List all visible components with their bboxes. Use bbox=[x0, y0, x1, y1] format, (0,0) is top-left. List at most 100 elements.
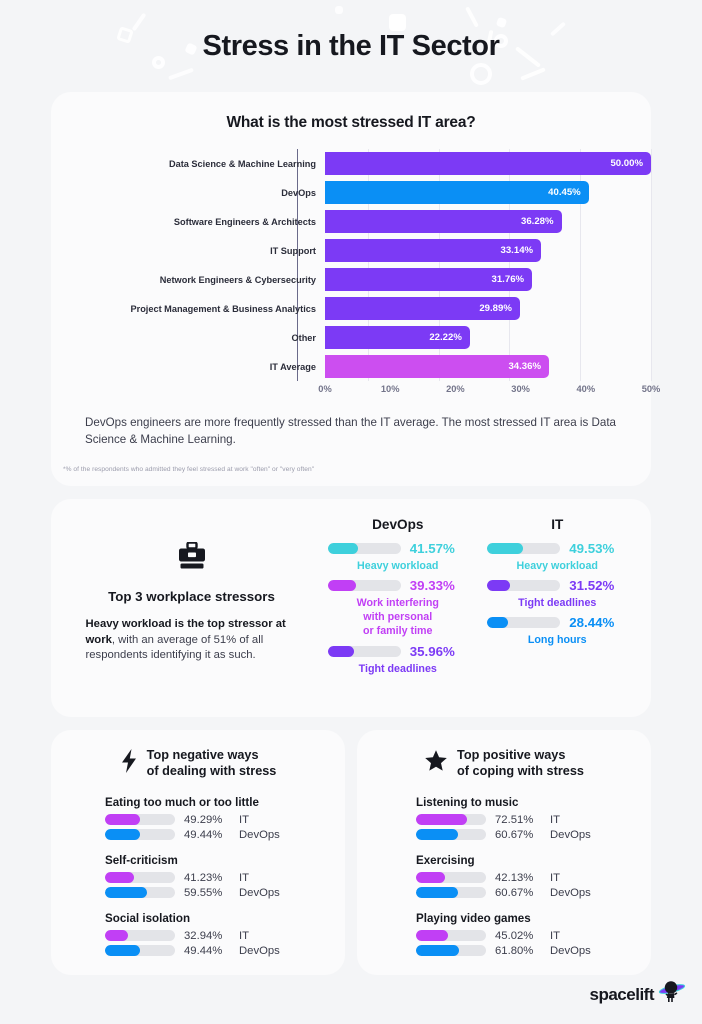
way-title: Social isolation bbox=[105, 911, 191, 925]
way-bar-fill bbox=[416, 945, 460, 957]
chart-bar-label: IT Average bbox=[269, 361, 316, 372]
way-row: 45.02% IT bbox=[416, 930, 651, 942]
chart-x-tick: 0% bbox=[318, 384, 332, 394]
way-percent: 32.94% bbox=[184, 929, 223, 942]
page-title: Stress in the IT Sector bbox=[202, 29, 500, 62]
chart-bar: 29.89% bbox=[325, 297, 520, 320]
chart-bar-row: Project Management & Business Analytics 2… bbox=[79, 294, 651, 323]
way-row: 61.80% DevOps bbox=[416, 945, 651, 957]
chart-footnote: *% of the respondents who admitted they … bbox=[63, 465, 315, 473]
stressors-body-rest: , with an average of 51% of all responde… bbox=[85, 633, 264, 662]
chart-bar-row: Software Engineers & Architects 36.28% bbox=[79, 207, 651, 236]
stressor-percent: 41.57% bbox=[409, 541, 455, 556]
stressor-percent: 49.53% bbox=[569, 541, 615, 556]
stressor-name-line: Long hours bbox=[527, 634, 587, 647]
way-percent: 41.23% bbox=[184, 871, 223, 884]
stressor-percent: 31.52% bbox=[569, 578, 615, 594]
stressor-bar-row: 41.57% bbox=[318, 541, 478, 556]
stressor-bar-row: 28.44% bbox=[478, 615, 638, 630]
stressor-item: 49.53% Heavy workload bbox=[478, 541, 638, 573]
stressor-bar-track bbox=[327, 580, 401, 592]
footer-logo[interactable]: spacelift bbox=[590, 977, 686, 1012]
chart-bar-row: IT Support 33.14% bbox=[79, 236, 651, 265]
stressor-column-title: DevOps bbox=[372, 517, 424, 532]
chart-bar-label: DevOps bbox=[281, 187, 316, 198]
chart-bar: 22.22% bbox=[325, 326, 470, 349]
bar-chart: Data Science & Machine Learning 50.00% Dev… bbox=[51, 149, 652, 381]
chart-bar-track: 22.22% bbox=[325, 323, 651, 352]
chart-x-tick: 30% bbox=[511, 384, 530, 394]
positive-card-header: Top positive ways of coping with stress bbox=[357, 748, 651, 780]
way-bar-fill bbox=[105, 887, 147, 899]
chart-title: What is the most stressed IT area? bbox=[226, 114, 476, 131]
way-percent: 49.44% bbox=[184, 828, 223, 841]
stressor-percent: 39.33% bbox=[409, 578, 455, 594]
way-bar-fill bbox=[105, 930, 129, 942]
header: Stress in the IT Sector bbox=[0, 0, 702, 92]
footer-logo-text: spacelift bbox=[589, 984, 655, 1004]
stressors-card: Top 3 workplace stressors Heavy workload… bbox=[51, 499, 651, 717]
way-row: 59.55% DevOps bbox=[105, 887, 345, 899]
positive-title-line1: Top positive ways bbox=[457, 748, 566, 762]
way-percent: 49.44% bbox=[184, 944, 223, 957]
stressor-item: 28.44% Long hours bbox=[478, 615, 638, 647]
stressor-item: 41.57% Heavy workload bbox=[318, 541, 478, 573]
stressor-bar-fill bbox=[327, 580, 357, 592]
stressor-bar-fill bbox=[487, 580, 511, 592]
stressor-name-line: with personal bbox=[363, 611, 433, 624]
stressor-bar-fill bbox=[327, 645, 354, 657]
way-group-label: IT bbox=[550, 929, 561, 942]
way-group-label: IT bbox=[550, 871, 561, 884]
chart-bar: 36.28% bbox=[325, 210, 562, 233]
way-bar-fill bbox=[416, 930, 448, 942]
way-percent: 61.80% bbox=[495, 944, 534, 957]
way-bar-track bbox=[105, 829, 175, 841]
stressor-name-line: Heavy workload bbox=[357, 560, 439, 572]
stressor-bar-track bbox=[487, 543, 561, 554]
way-row: 60.67% DevOps bbox=[416, 887, 651, 899]
way-percent: 42.13% bbox=[495, 871, 534, 884]
stressor-bar-row: 39.33% bbox=[318, 578, 478, 593]
way-group: Playing video games 45.02% IT 61.80% DevOps bbox=[416, 912, 651, 957]
chart-x-tick: 20% bbox=[446, 384, 465, 394]
chart-bar-value: 29.89% bbox=[479, 303, 512, 314]
chart-bar-label: Software Engineers & Architects bbox=[173, 216, 316, 227]
chart-bar-label: Network Engineers & Cybersecurity bbox=[159, 274, 316, 285]
way-percent: 49.29% bbox=[184, 813, 223, 826]
way-percent: 45.02% bbox=[495, 929, 534, 942]
stressor-bar-fill bbox=[327, 543, 359, 554]
way-bar-track bbox=[105, 872, 175, 884]
briefcase-icon bbox=[177, 541, 207, 575]
stressors-columns: DevOps 41.57% Heavy workload 39.33% Work int… bbox=[318, 515, 637, 707]
way-bar-fill bbox=[105, 829, 140, 841]
way-title: Exercising bbox=[416, 853, 475, 867]
negative-title-line2: of dealing with stress bbox=[146, 763, 277, 778]
way-bar-fill bbox=[416, 872, 446, 884]
stressor-name: Heavy workload bbox=[318, 559, 478, 573]
chart-x-tick: 10% bbox=[380, 384, 400, 394]
way-row: 42.13% IT bbox=[416, 872, 651, 884]
way-bar-track bbox=[416, 887, 486, 899]
chart-bar-value: 40.45% bbox=[548, 187, 581, 198]
way-group: Listening to music 72.51% IT 60.67% DevOps bbox=[416, 796, 651, 841]
way-bar-fill bbox=[416, 814, 467, 826]
way-row: 41.23% IT bbox=[105, 872, 345, 884]
chart-x-tick: 40% bbox=[576, 384, 596, 394]
way-bar-fill bbox=[105, 872, 134, 884]
way-title: Eating too much or too little bbox=[105, 795, 259, 809]
way-bar-track bbox=[416, 814, 486, 826]
stressor-bar-track bbox=[327, 543, 401, 554]
chart-bar-track: 50.00% bbox=[325, 149, 651, 178]
chart-bar-label: Data Science & Machine Learning bbox=[168, 158, 316, 169]
stressor-item: 31.52% Tight deadlines bbox=[478, 578, 638, 610]
chart-bar-value: 50.00% bbox=[610, 158, 643, 169]
chart-bar-row: IT Average 34.36% bbox=[79, 352, 651, 381]
chart-bar: 34.36% bbox=[325, 355, 550, 378]
way-percent: 60.67% bbox=[495, 886, 534, 899]
way-bar-track bbox=[105, 887, 175, 899]
stressor-name: Tight deadlines bbox=[318, 662, 478, 676]
way-bar-track bbox=[105, 814, 175, 826]
way-group-label: IT bbox=[239, 813, 250, 826]
stressor-name: Heavy workload bbox=[478, 559, 638, 573]
way-group-label: DevOps bbox=[239, 828, 280, 841]
